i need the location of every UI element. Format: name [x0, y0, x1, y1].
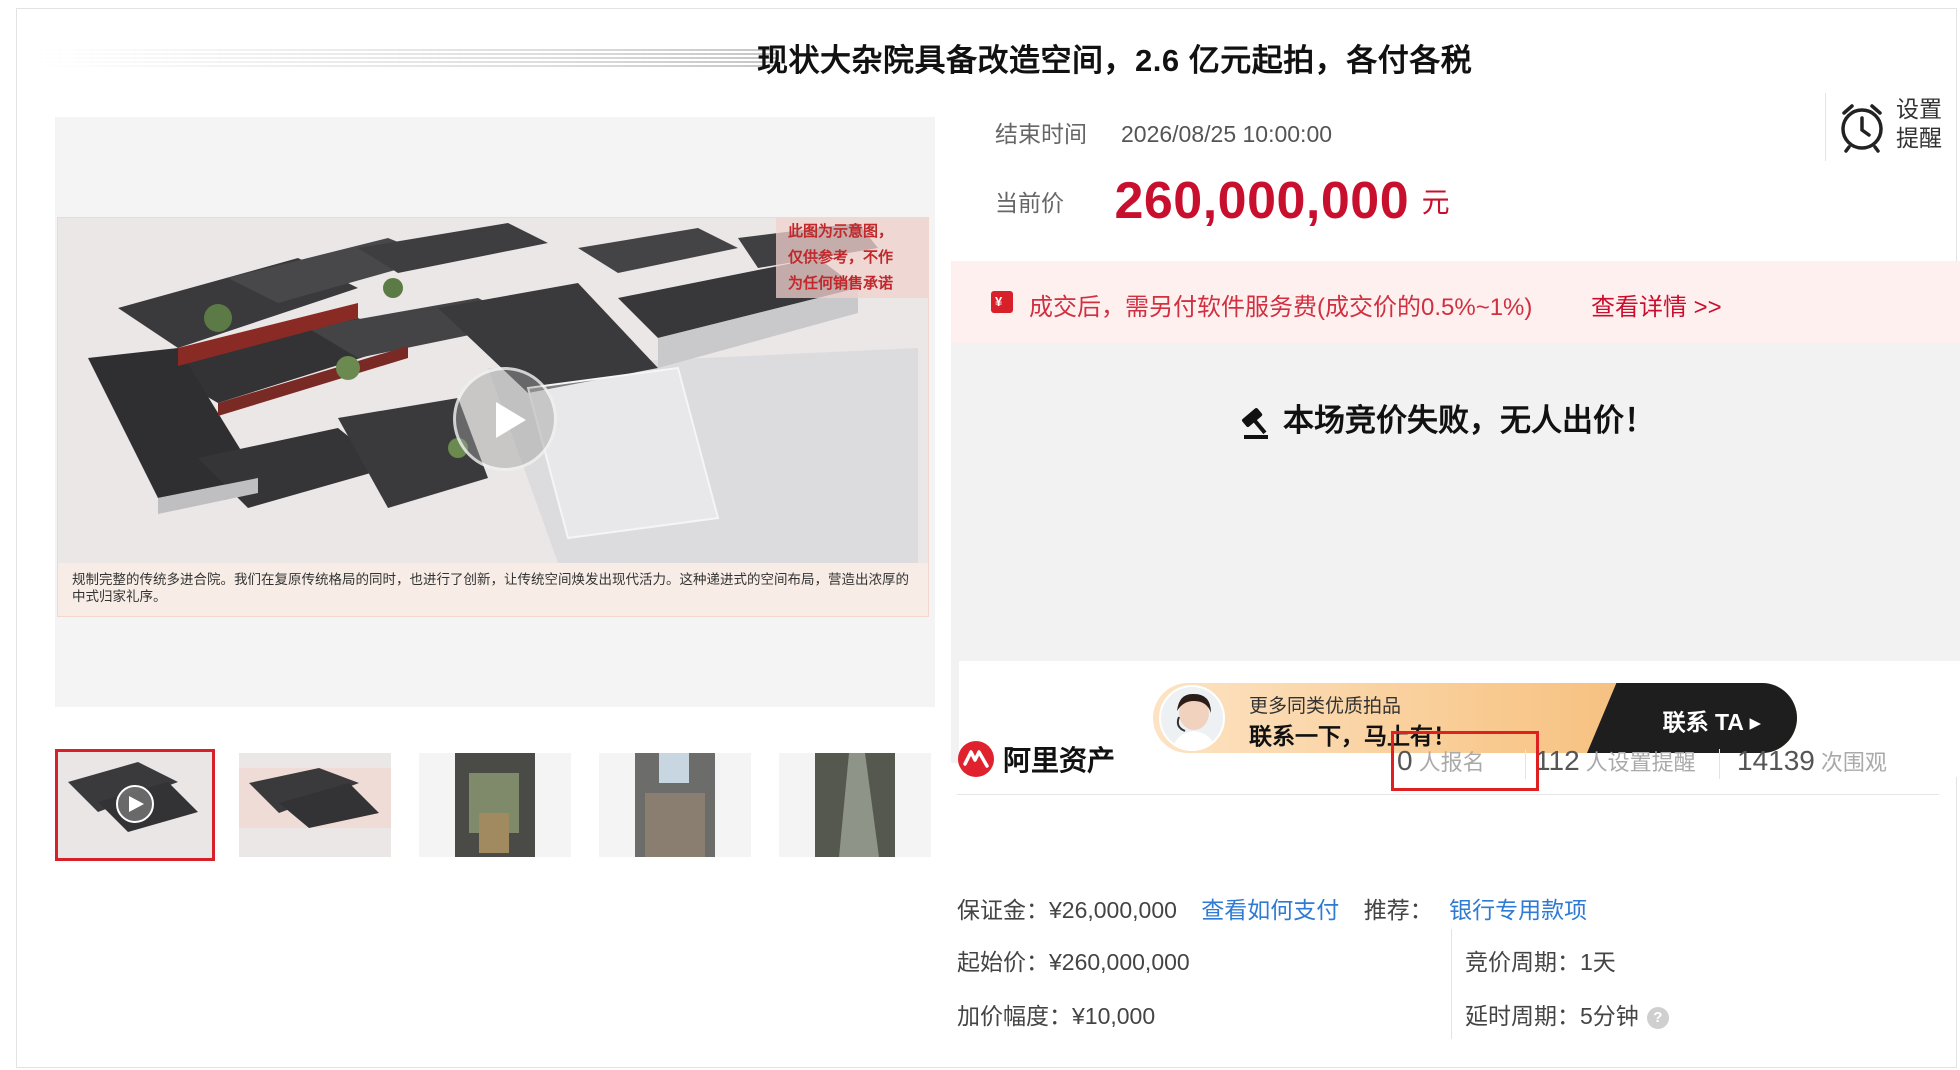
bank-account-link[interactable]: 银行专用款项 [1449, 897, 1587, 923]
end-time-row: 结束时间 2026/08/25 10:00:00 [995, 115, 1332, 149]
media-viewer: 此图为示意图， 仅供参考，不作 为任何销售承诺 规制完整的传统多进合院。我们在复… [55, 117, 935, 707]
signups-highlight-box [1391, 731, 1539, 791]
title-row: 现状大杂院具备改造空间，2.6 亿元起拍，各付各税 [17, 9, 1958, 104]
service-fee-text: 成交后，需另付软件服务费(成交价的0.5%~1%) [1029, 294, 1533, 321]
auction-status-text: 本场竞价失败，无人出价！ [1283, 403, 1655, 438]
alarm-clock-icon [1841, 104, 1883, 153]
views-stat: 14139 次围观 [1737, 745, 1887, 777]
current-price-row: 当前价 260,000,000 元 [995, 171, 1450, 231]
stats-row: 阿里资产 0 人报名 112 人设置提醒 14139 次围观 [957, 725, 1939, 795]
bid-increment: 加价幅度：¥10,000 [957, 1003, 1156, 1029]
watermark-line: 此图为示意图， [788, 222, 893, 240]
thumbnail-3[interactable] [419, 753, 571, 857]
fee-icon: ¥ [991, 291, 1013, 313]
delay-cycle-row: 延时周期：5分钟? [1465, 997, 1669, 1031]
gavel-icon [1242, 407, 1268, 439]
thumbnail-2[interactable] [239, 753, 391, 857]
thumbnail-4[interactable] [599, 753, 751, 857]
current-price-value: 260,000,000 [1114, 172, 1410, 230]
set-reminder-button[interactable]: 设置提醒 [1825, 93, 1957, 161]
views-label: 次围观 [1820, 750, 1887, 775]
start-price: 起始价：¥260,000,000 [957, 949, 1190, 975]
page-title: 现状大杂院具备改造空间，2.6 亿元起拍，各付各税 [757, 43, 1473, 78]
delay-cycle: 延时周期：5分钟 [1465, 1003, 1639, 1029]
recommend-label: 推荐： [1363, 897, 1433, 923]
ali-assets-logo-icon [958, 741, 994, 777]
promo-line1: 更多同类优质拍品 [1249, 696, 1402, 717]
thumbnail-1[interactable] [55, 749, 215, 861]
end-time-value: 2026/08/25 10:00:00 [1121, 121, 1333, 147]
view-details-link[interactable]: 查看详情 >> [1591, 287, 1722, 322]
title-decoration [37, 49, 777, 67]
views-count: 14139 [1737, 745, 1815, 776]
how-to-pay-link[interactable]: 查看如何支付 [1201, 897, 1339, 923]
svg-text:仅供参考，不作: 仅供参考，不作 [787, 248, 893, 266]
play-icon [496, 402, 526, 438]
help-icon[interactable]: ? [1646, 1006, 1669, 1029]
service-fee-notice: ¥ 成交后，需另付软件服务费(成交价的0.5%~1%) 查看详情 >> [951, 261, 1960, 343]
auction-status: 本场竞价失败，无人出价！ [1241, 395, 1655, 440]
set-reminder-label: 设置提醒 [1896, 96, 1942, 151]
thumbnail-strip [55, 749, 935, 869]
brand-name: 阿里资产 [1003, 745, 1116, 776]
reminders-label: 人设置提醒 [1585, 750, 1696, 775]
thumbnail-5[interactable] [779, 753, 931, 857]
play-button[interactable] [453, 367, 557, 471]
deposit-text: 保证金：¥26,000,000 [957, 897, 1177, 923]
current-price-label: 当前价 [995, 190, 1064, 216]
reminders-count: 112 [1535, 745, 1580, 776]
bid-cycle: 竞价周期：1天 [1465, 949, 1616, 975]
deposit-row: 保证金：¥26,000,000 查看如何支付 推荐： 银行专用款项 [957, 891, 1587, 925]
ali-assets-logo: 阿里资产 [957, 739, 1115, 779]
current-price-unit: 元 [1421, 187, 1450, 218]
reminders-stat: 112 人设置提醒 [1535, 745, 1696, 777]
end-time-label: 结束时间 [995, 121, 1087, 147]
svg-text:为任何销售承诺: 为任何销售承诺 [788, 274, 893, 292]
page-frame: 现状大杂院具备改造空间，2.6 亿元起拍，各付各税 此图为示意图， 仅供参考，不… [16, 8, 1960, 1068]
image-caption: 规制完整的传统多进合院。我们在复原传统格局的同时，也进行了创新，让传统空间焕发出… [72, 572, 909, 604]
